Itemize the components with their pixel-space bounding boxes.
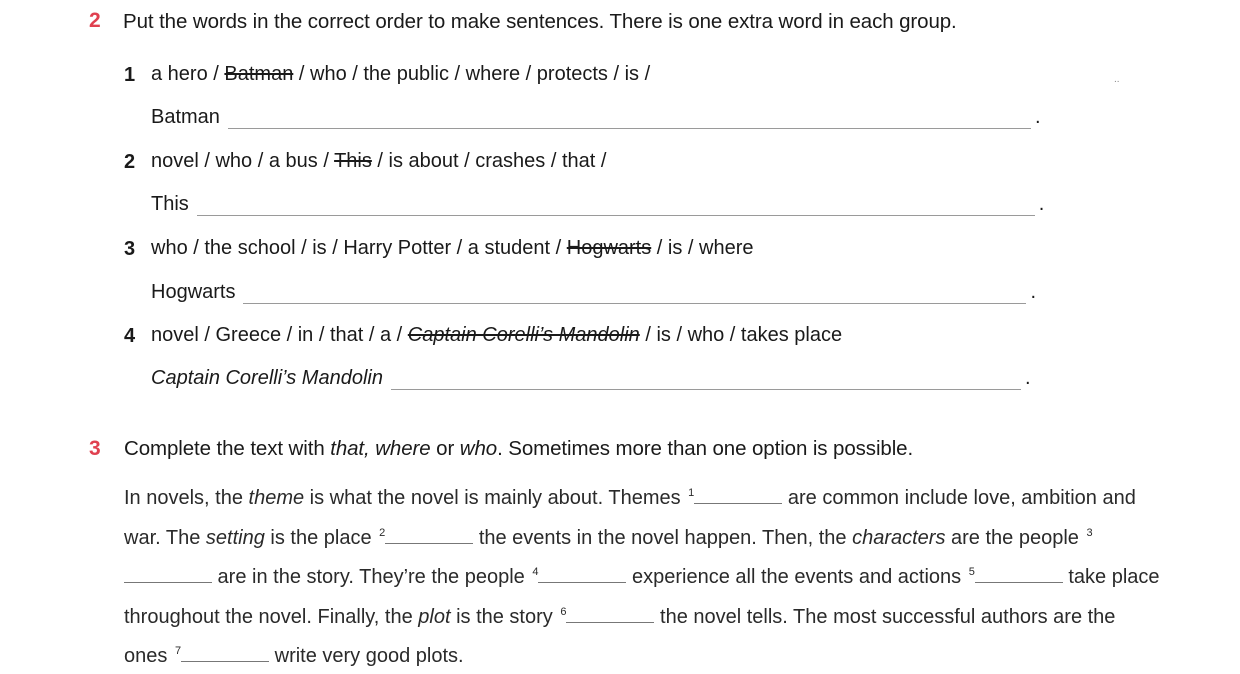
answer-line[interactable] [196, 201, 1035, 216]
exercise-3-number: 3 [89, 437, 101, 460]
end-dot: . [1038, 193, 1045, 215]
term-characters: characters [852, 526, 946, 549]
word-group: / is / who / takes place [639, 324, 843, 346]
term-setting: setting [205, 526, 265, 549]
struck-word: This [334, 150, 372, 172]
text-segment: are the people [945, 526, 1085, 549]
text-segment: the events in the novel happen. Then, th… [473, 526, 853, 549]
gap-7[interactable] [181, 643, 270, 662]
exercise-2-number: 2 [89, 9, 101, 32]
word-group: a hero / [151, 63, 225, 85]
gap-1[interactable] [694, 485, 783, 504]
item-4-words: novel / Greece / in / that / a / Captain… [151, 324, 842, 347]
word-group: / is about / crashes / that / [371, 150, 607, 172]
text-segment: experience all the events and actions [626, 566, 967, 588]
gap-6[interactable] [566, 604, 655, 623]
answer-starter: Hogwarts [151, 281, 236, 303]
answer-line[interactable] [390, 375, 1021, 390]
text-segment: is the place [264, 526, 378, 549]
struck-word: Captain Corelli’s Mandolin [407, 324, 640, 346]
word-group: / is / where [651, 237, 754, 259]
term-plot: plot [418, 605, 451, 628]
instruction-italic: who [459, 437, 498, 460]
text-segment: is the story [450, 605, 559, 628]
struck-word: Hogwarts [566, 237, 652, 259]
exercise-3-instruction: Complete the text with that, where or wh… [124, 437, 913, 461]
stray-mark: .. [1114, 74, 1120, 85]
exercise-2-instruction: Put the words in the correct order to ma… [123, 10, 957, 33]
answer-line[interactable] [243, 289, 1027, 304]
item-1-number: 1 [124, 64, 136, 86]
instruction-text: or [430, 437, 460, 460]
item-3-number: 3 [124, 238, 136, 260]
answer-starter: Captain Corelli’s Mandolin [151, 367, 383, 389]
item-2-words: novel / who / a bus / This / is about / … [151, 150, 606, 173]
end-dot: . [1034, 106, 1041, 128]
answer-line[interactable] [227, 114, 1031, 129]
instruction-text: Complete the text with [124, 437, 331, 460]
item-1-words: a hero / Batman / who / the public / whe… [151, 63, 650, 86]
instruction-text: . Sometimes more than one option is poss… [497, 437, 914, 460]
gap-4[interactable] [538, 564, 627, 583]
gap-number: 3 [1086, 526, 1093, 539]
text-segment: In novels, the [124, 487, 249, 509]
gap-5[interactable] [974, 564, 1063, 583]
item-4-number: 4 [124, 325, 136, 347]
word-group: who / the school / is / Harry Potter / a… [151, 237, 567, 259]
item-2-number: 2 [124, 151, 136, 173]
end-dot: . [1024, 367, 1031, 389]
end-dot: . [1030, 281, 1037, 303]
item-1-answer[interactable]: Batman . [151, 106, 1041, 129]
term-theme: theme [248, 487, 305, 509]
word-group: / who / the public / where / protects / … [293, 63, 651, 85]
text-segment: is what the novel is mainly about. Theme… [304, 487, 687, 509]
item-3-answer[interactable]: Hogwarts . [151, 281, 1036, 304]
word-group: novel / Greece / in / that / a / [151, 324, 408, 346]
item-3-words: who / the school / is / Harry Potter / a… [151, 237, 754, 260]
exercise-3-text: In novels, the theme is what the novel i… [124, 476, 1164, 674]
item-4-answer[interactable]: Captain Corelli’s Mandolin . [151, 367, 1031, 390]
gap-3[interactable] [124, 564, 212, 583]
word-group: novel / who / a bus / [151, 150, 335, 172]
gap-2[interactable] [385, 525, 474, 544]
answer-starter: Batman [151, 106, 220, 128]
instruction-italic: that, where [330, 437, 431, 460]
item-2-answer[interactable]: This . [151, 193, 1044, 216]
text-segment: are in the story. They’re the people [212, 566, 531, 588]
answer-starter: This [151, 193, 189, 215]
struck-word: Batman [224, 63, 294, 85]
